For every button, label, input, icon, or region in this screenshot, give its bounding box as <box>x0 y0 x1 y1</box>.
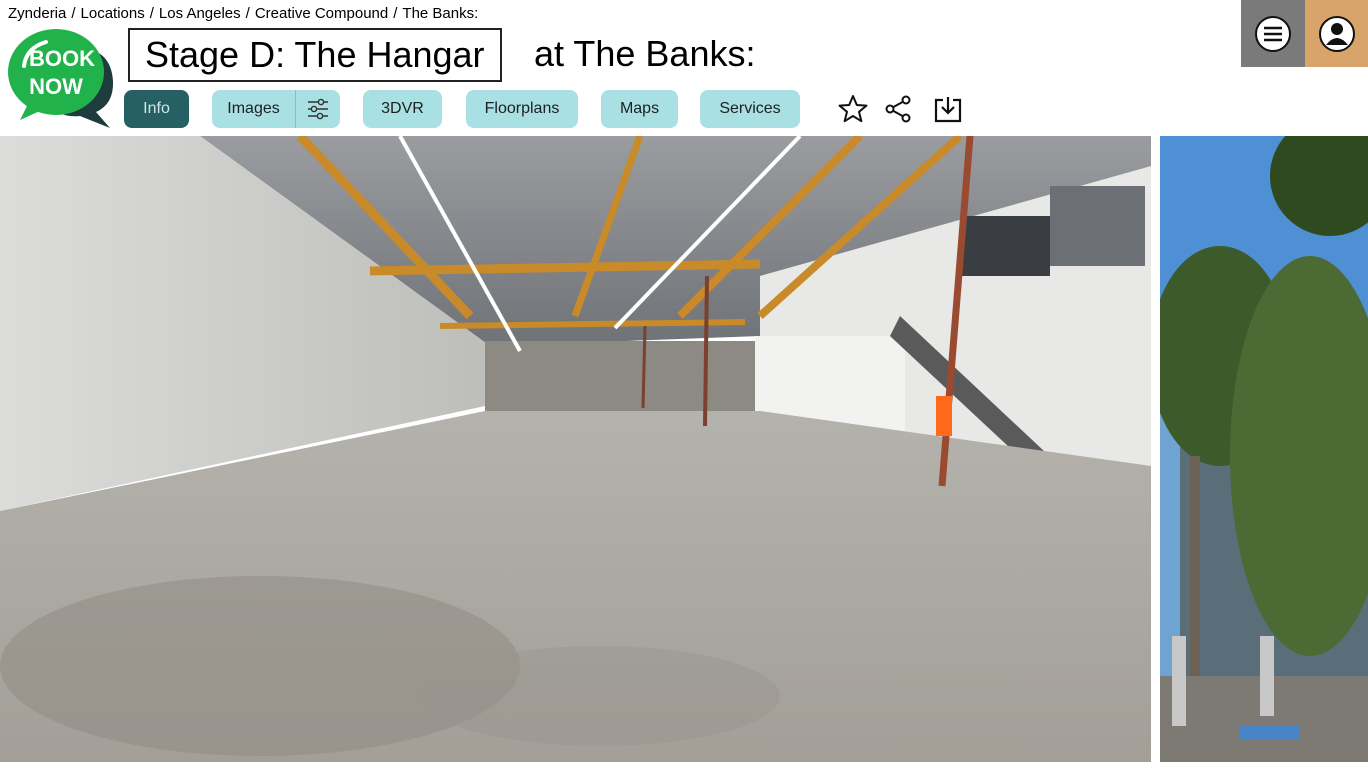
breadcrumb-separator: / <box>149 5 154 22</box>
breadcrumb-item-zynderia[interactable]: Zynderia <box>8 5 66 22</box>
speech-bubble-icon: BOOK NOW <box>8 29 114 128</box>
breadcrumb-item-locations[interactable]: Locations <box>81 5 145 22</box>
breadcrumb-separator: / <box>71 5 76 22</box>
tab-images[interactable]: Images <box>212 90 340 128</box>
tab-services[interactable]: Services <box>700 90 800 128</box>
book-now-line2: NOW <box>29 74 83 99</box>
hamburger-menu-icon <box>1255 15 1291 52</box>
breadcrumb: Zynderia / Locations / Los Angeles / Creative … <box>8 5 478 22</box>
breadcrumb-item-los-angeles[interactable]: Los Angeles <box>159 5 241 22</box>
gallery-side-image[interactable] <box>1160 136 1368 762</box>
tab-floorplans[interactable]: Floorplans <box>466 90 578 128</box>
sliders-icon[interactable] <box>295 90 340 128</box>
profile-button[interactable] <box>1305 0 1368 67</box>
breadcrumb-item-creative-compound[interactable]: Creative Compound <box>255 5 388 22</box>
page-title: Stage D: The Hangar <box>128 28 502 82</box>
tab-info[interactable]: Info <box>124 90 189 128</box>
star-icon[interactable] <box>837 93 869 125</box>
breadcrumb-item-the-banks[interactable]: The Banks: <box>402 5 478 22</box>
user-profile-icon <box>1318 15 1355 52</box>
breadcrumb-separator: / <box>393 5 398 22</box>
breadcrumb-separator: / <box>245 5 250 22</box>
menu-button[interactable] <box>1241 0 1305 67</box>
download-icon[interactable] <box>932 93 964 125</box>
share-icon[interactable] <box>882 93 914 125</box>
page-title-suffix: at The Banks: <box>534 33 756 74</box>
gallery-main-image[interactable] <box>0 136 1151 762</box>
tab-maps[interactable]: Maps <box>601 90 678 128</box>
book-now-button[interactable]: BOOK NOW <box>6 26 118 132</box>
tab-3dvr[interactable]: 3DVR <box>363 90 442 128</box>
book-now-line1: BOOK <box>29 46 95 71</box>
tab-images-label: Images <box>227 100 280 117</box>
